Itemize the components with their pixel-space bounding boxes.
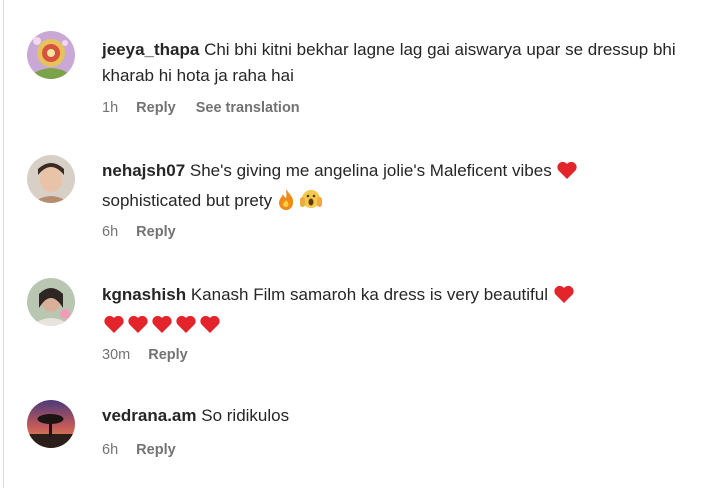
- red-heart-emoji: [150, 314, 174, 342]
- comment-text: So ridikulos: [201, 406, 290, 425]
- comment-text: sophisticated but prety: [102, 191, 273, 210]
- comment-body: jeeya_thapa Chi bhi kitni bekhar lagne l…: [102, 37, 682, 89]
- see-translation-button[interactable]: See translation: [196, 100, 300, 116]
- comment-username[interactable]: jeeya_thapa: [102, 40, 199, 59]
- red-heart-emoji: [126, 314, 150, 342]
- comment-body: kgnashish Kanash Film samaroh ka dress i…: [102, 282, 682, 342]
- red-heart-emoji: [553, 284, 575, 312]
- comment-text: Kanash Film samaroh ka dress is very bea…: [190, 285, 548, 304]
- comments-panel: jeeya_thapa Chi bhi kitni bekhar lagne l…: [0, 0, 706, 488]
- reply-button[interactable]: Reply: [136, 100, 176, 116]
- comment-timestamp: 6h: [102, 224, 119, 240]
- fire-emoji: [277, 188, 295, 218]
- comment-text: She's giving me angelina jolie's Malefic…: [189, 161, 552, 180]
- avatar[interactable]: [27, 278, 75, 326]
- comment-meta: 1h Reply See translation: [102, 100, 316, 116]
- comment-timestamp: 6h: [102, 442, 119, 458]
- comment-meta: 6h Reply: [102, 224, 192, 240]
- reply-button[interactable]: Reply: [136, 442, 176, 458]
- avatar[interactable]: [27, 155, 75, 203]
- red-heart-emoji: [174, 314, 198, 342]
- red-heart-emoji: [102, 314, 126, 342]
- comment-timestamp: 30m: [102, 347, 131, 363]
- face-screaming-emoji: [299, 188, 322, 218]
- red-heart-emoji: [198, 314, 222, 342]
- comment-username[interactable]: vedrana.am: [102, 406, 197, 425]
- comment-timestamp: 1h: [102, 100, 119, 116]
- panel-divider: [3, 0, 4, 488]
- avatar[interactable]: [27, 31, 75, 79]
- avatar[interactable]: [27, 400, 75, 448]
- comment-meta: 30m Reply: [102, 347, 204, 363]
- comment-body: vedrana.am So ridikulos: [102, 403, 682, 429]
- comment-meta: 6h Reply: [102, 442, 192, 458]
- reply-button[interactable]: Reply: [136, 224, 176, 240]
- comment-body: nehajsh07 She's giving me angelina jolie…: [102, 158, 682, 218]
- red-heart-emoji: [556, 160, 578, 188]
- reply-button[interactable]: Reply: [148, 347, 188, 363]
- comment-username[interactable]: nehajsh07: [102, 161, 185, 180]
- comment-username[interactable]: kgnashish: [102, 285, 186, 304]
